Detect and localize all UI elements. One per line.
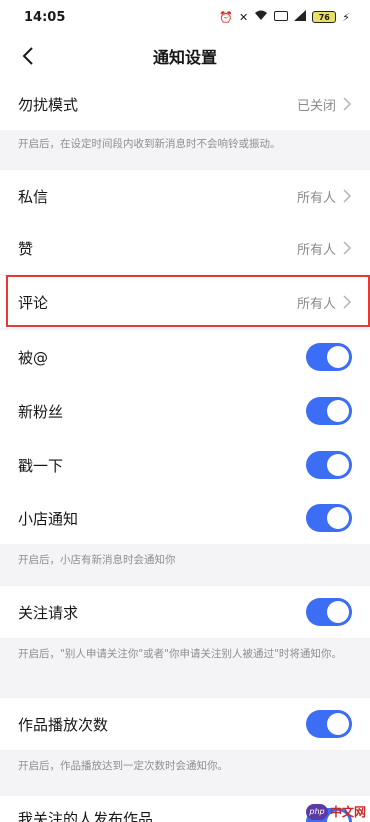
back-arrow-icon [22,47,33,65]
watermark-text: 中文网 [329,805,366,819]
play-count-toggle[interactable] [306,710,352,738]
poke-toggle[interactable] [306,451,352,479]
wifi-icon [254,10,268,24]
battery-icon: 76 [312,11,337,23]
watermark: php 中文网 [305,803,366,820]
shop-note: 开启后，小店有新消息时会通知你 [18,554,176,566]
follow-request-label: 关注请求 [18,603,79,622]
like-row[interactable]: 赞 所有人 [0,222,370,274]
mention-row: 被@ [0,330,370,384]
dnd-note: 开启后，在设定时间段内收到新消息时不会响铃或振动。 [18,138,281,150]
watermark-badge: php [305,803,328,820]
mention-toggle[interactable] [306,343,352,371]
dnd-label: 勿扰模式 [18,95,79,114]
dm-value: 所有人 [296,190,336,206]
like-value: 所有人 [296,242,336,258]
comment-label: 评论 [18,293,49,312]
status-bar: 14:05 ⏰ ✕ 76 ⚡ [0,0,370,34]
status-time: 14:05 [24,9,66,25]
chevron-right-icon [343,241,352,255]
charging-icon: ⚡ [342,10,350,24]
toggle-knob [327,713,349,735]
play-count-label: 作品播放次数 [18,715,109,734]
dm-row[interactable]: 私信 所有人 [0,170,370,222]
alarm-icon: ⏰ [219,10,234,24]
toggle-knob [327,400,349,422]
chevron-right-icon [343,97,352,111]
shop-toggle[interactable] [306,504,352,532]
follow-request-toggle[interactable] [306,598,352,626]
comment-row[interactable]: 评论 所有人 [0,276,370,328]
toggle-knob [327,601,349,623]
follow-request-row: 关注请求 [0,586,370,638]
chevron-right-icon [343,295,352,309]
mute-icon: ✕ [239,10,249,24]
comment-value: 所有人 [296,296,336,312]
page-title: 通知设置 [152,48,217,67]
dm-label: 私信 [18,187,49,206]
nav-bar: 通知设置 [0,34,370,78]
dnd-value: 已关闭 [296,98,336,114]
new-fans-toggle[interactable] [306,397,352,425]
follow-request-note: 开启后，"别人申请关注你"或者"你申请关注别人被通过"时将通知你。 [18,648,342,660]
status-icons: ⏰ ✕ 76 ⚡ [219,10,350,24]
toggle-knob [327,346,349,368]
poke-row: 戳一下 [0,438,370,492]
dnd-row[interactable]: 勿扰模式 已关闭 [0,78,370,130]
poke-label: 戳一下 [18,456,64,475]
play-count-row: 作品播放次数 [0,698,370,750]
chevron-right-icon [343,189,352,203]
followed-posts-label: 我关注的人发布作品 [18,810,154,822]
toggle-knob [327,507,349,529]
signal-icon [294,10,307,24]
shop-row: 小店通知 [0,492,370,544]
mention-label: 被@ [18,348,49,367]
new-fans-row: 新粉丝 [0,384,370,438]
back-button[interactable] [14,42,42,70]
toggle-knob [327,454,349,476]
hd-icon [274,10,289,24]
like-label: 赞 [18,239,34,258]
play-count-note: 开启后，作品播放达到一定次数时会通知你。 [18,760,228,772]
new-fans-label: 新粉丝 [18,402,64,421]
shop-label: 小店通知 [18,509,79,528]
